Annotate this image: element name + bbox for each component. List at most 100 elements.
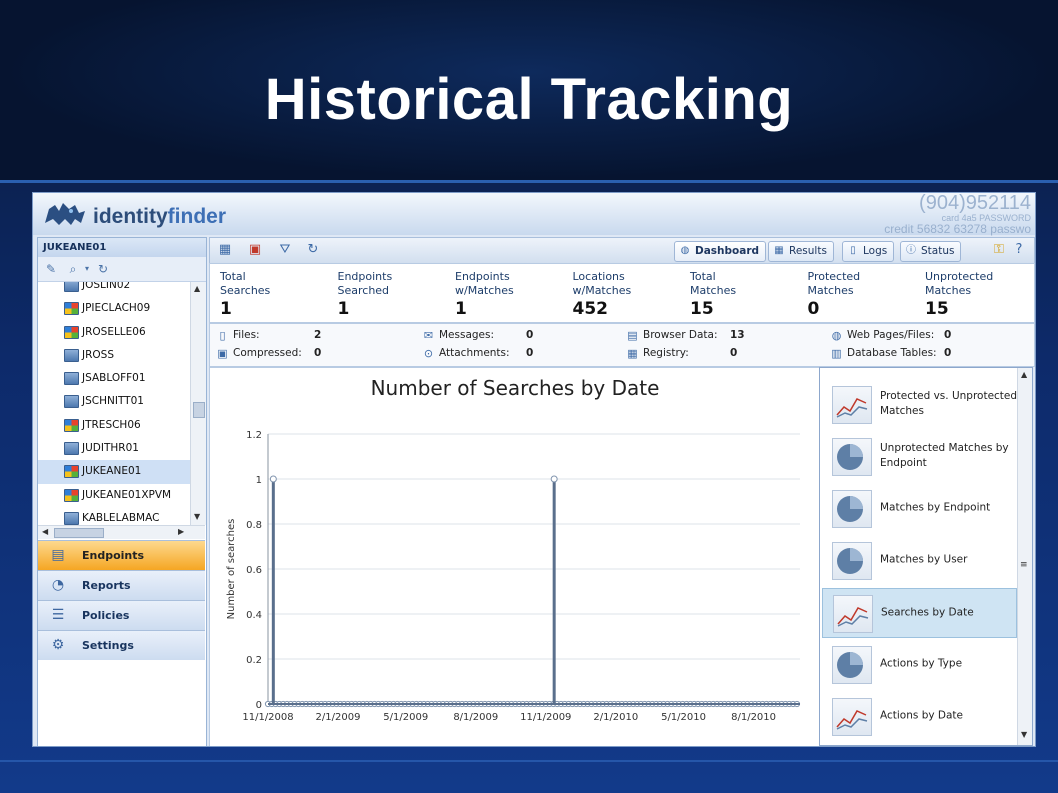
hscroll-thumb[interactable]	[54, 528, 104, 538]
stat-value: 1	[455, 299, 467, 319]
data-point	[269, 475, 277, 483]
stat-label: Locations	[572, 270, 625, 283]
gallery-scrollbar[interactable]: ▲ ≡ ▼	[1017, 368, 1032, 745]
chart-option[interactable]: Searches by Date	[822, 588, 1017, 638]
nav-endpoints[interactable]: ▤ Endpoints	[38, 540, 205, 570]
y-tick-label: 0	[256, 700, 262, 711]
count-item: ▯ Files: 2	[216, 327, 406, 344]
monitor-icon	[64, 282, 79, 292]
chart-option[interactable]: Matches by User	[822, 536, 1015, 584]
stat-label: Unprotected	[925, 270, 994, 283]
x-tick-label: 2/1/2010	[593, 712, 638, 723]
endpoint-row[interactable]: JOSLIN02	[38, 282, 190, 297]
scroll-left-icon[interactable]: ◀	[42, 527, 48, 536]
endpoint-row[interactable]: JPIECLACH09	[38, 297, 190, 320]
y-tick-label: 1.2	[246, 430, 262, 441]
stat-value: 1	[220, 299, 232, 319]
scroll-up-icon[interactable]: ▲	[1021, 370, 1027, 379]
brand-bar: identityfinder (904)952114 card 4a5 PASS…	[33, 193, 1035, 235]
stat-label: Matches	[690, 284, 737, 297]
endpoint-row[interactable]: JSABLOFF01	[38, 367, 190, 390]
file-icon: ▯	[219, 329, 226, 342]
x-tick-label: 5/1/2010	[661, 712, 706, 723]
chart-option[interactable]: Unprotected Matches by Endpoint	[822, 432, 1015, 480]
key-icon[interactable]: ⚿	[990, 242, 1008, 258]
y-tick-label: 0.8	[246, 520, 262, 531]
endpoint-row[interactable]: JROSELLE06	[38, 321, 190, 344]
tab-label: Status	[921, 245, 955, 257]
count-label: Compressed:	[233, 347, 302, 359]
chart-option[interactable]: Matches by Endpoint	[822, 484, 1015, 532]
stat-label: Endpoints	[455, 270, 510, 283]
tab-logs[interactable]: ▯ Logs	[842, 241, 895, 262]
chart-option[interactable]: Actions by Type	[822, 640, 1015, 688]
nav-reports[interactable]: ◔ Reports	[38, 570, 205, 600]
compressed-icon: ▣	[217, 347, 228, 360]
endpoint-list-vscrollbar[interactable]: ▲ ▼	[190, 282, 206, 525]
endpoint-row[interactable]: JTRESCH06	[38, 414, 190, 437]
tag-icon[interactable]: ✎	[44, 262, 58, 276]
slide-title: Historical Tracking	[264, 67, 794, 132]
stat-label: w/Matches	[572, 284, 632, 297]
count-item: ✉ Messages: 0	[422, 327, 612, 344]
attachment-icon: ⊙	[423, 347, 434, 360]
chevron-down-icon[interactable]: ▾	[80, 262, 94, 276]
tab-status[interactable]: ⓘ Status	[900, 241, 962, 262]
windows-icon	[64, 325, 79, 339]
chart-option-label: Matches by User	[880, 553, 968, 566]
refresh-icon[interactable]: ↻	[304, 242, 322, 258]
pie-chart-icon	[832, 646, 872, 684]
nav-settings[interactable]: ⚙ Settings	[38, 630, 205, 660]
endpoint-name: JSABLOFF01	[82, 372, 146, 385]
count-label: Web Pages/Files:	[847, 329, 935, 341]
nav-policies[interactable]: ☰ Policies	[38, 600, 205, 630]
chart-option[interactable]: Protected vs. Unprotected Matches	[822, 380, 1017, 428]
scroll-grip-icon[interactable]: ≡	[1020, 560, 1028, 570]
count-item: ▤ Browser Data: 13	[626, 327, 816, 344]
endpoint-row[interactable]: JUKEANE01	[38, 460, 190, 484]
endpoint-row[interactable]: JUKEANE01XPVM	[38, 484, 190, 507]
search-icon[interactable]: ⌕	[66, 262, 80, 276]
summary-stats: Total Searches 1 Endpoints Searched 1 Endpoint…	[209, 263, 1035, 323]
count-label: Messages:	[439, 329, 495, 341]
endpoint-row[interactable]: JUDITHR01	[38, 437, 190, 460]
refresh-icon[interactable]: ↻	[96, 262, 110, 276]
endpoint-row[interactable]: JROSS	[38, 344, 190, 367]
endpoint-name: JUDITHR01	[82, 442, 139, 455]
scroll-right-icon[interactable]: ▶	[178, 527, 184, 536]
endpoint-row[interactable]: KABLELABMAC	[38, 507, 190, 525]
tab-dashboard[interactable]: ◍ Dashboard	[674, 241, 767, 262]
policies-icon: ☰	[51, 607, 65, 623]
help-icon[interactable]: ?	[1010, 242, 1028, 258]
endpoint-list-hscrollbar[interactable]: ◀ ▶	[38, 525, 205, 539]
count-item: ◍ Web Pages/Files: 0	[830, 327, 1020, 344]
count-label: Registry:	[643, 347, 689, 359]
filter-icon[interactable]: ⛛	[276, 242, 294, 258]
chart-option[interactable]: Actions by Date	[822, 692, 1015, 740]
endpoint-row[interactable]: JSCHNITT01	[38, 390, 190, 413]
scroll-down-icon[interactable]: ▼	[194, 512, 200, 521]
stat-label: Searches	[220, 284, 271, 297]
windows-icon	[64, 418, 79, 432]
count-value: 0	[944, 329, 952, 341]
tab-results[interactable]: ▦ Results	[768, 241, 834, 262]
identity-finder-window: identityfinder (904)952114 card 4a5 PASS…	[32, 192, 1036, 747]
endpoint-toolbar: ✎ ⌕ ▾ ↻	[38, 257, 206, 282]
slide-header: Historical Tracking	[0, 0, 1058, 183]
scroll-thumb[interactable]	[193, 402, 205, 418]
count-label: Database Tables:	[847, 347, 937, 359]
count-value: 0	[730, 347, 738, 359]
count-label: Attachments:	[439, 347, 510, 359]
endpoint-panel: JUKEANE01 ✎ ⌕ ▾ ↻ JOSLIN02 JPIECLACH09 JRO…	[37, 237, 207, 746]
stat-label: Matches	[925, 284, 972, 297]
scroll-up-icon[interactable]: ▲	[194, 284, 200, 293]
line-chart-icon	[833, 595, 873, 633]
count-label: Browser Data:	[643, 329, 718, 341]
report-menu-icon[interactable]: ▦	[216, 242, 234, 258]
stat-block: Total Searches 1	[220, 270, 330, 320]
stat-value: 15	[925, 299, 949, 319]
scroll-down-icon[interactable]: ▼	[1021, 730, 1027, 739]
x-tick-label: 5/1/2009	[383, 712, 428, 723]
nav-label: Settings	[82, 639, 134, 652]
calendar-icon[interactable]: ▣	[246, 242, 264, 258]
